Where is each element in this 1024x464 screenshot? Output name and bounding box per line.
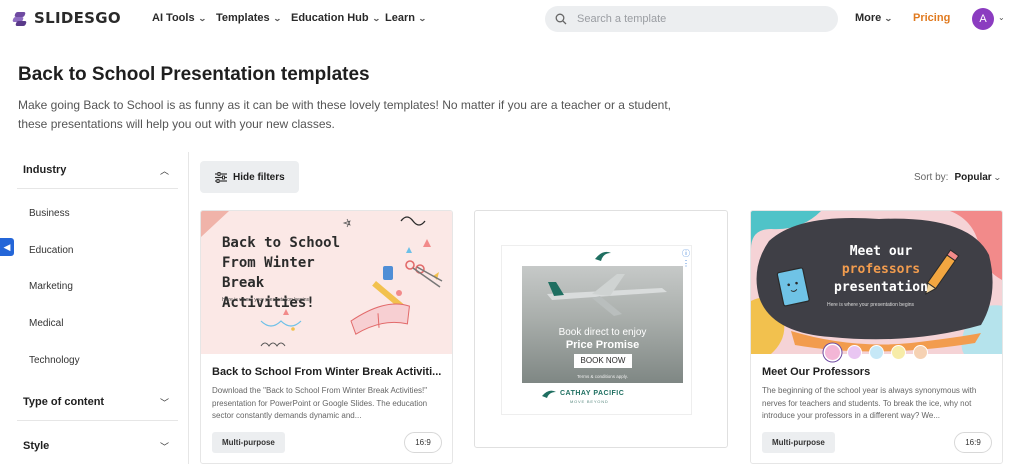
nav-label: Education Hub [291,12,369,24]
filter-style-header[interactable]: Style [23,440,49,452]
color-swatch[interactable] [825,345,840,360]
chevron-down-icon[interactable]: ﹀ [160,440,169,453]
logo-icon [12,10,28,26]
hide-filters-label: Hide filters [233,171,285,183]
chevron-down-icon[interactable]: ﹀ [160,396,169,409]
chevron-down-icon: ⌄ [417,13,427,23]
chevron-down-icon: ⌄ [884,13,893,23]
airplane-icon [547,274,667,316]
sort-control[interactable]: Sort by: Popular ⌄ [914,172,1002,183]
color-swatch[interactable] [869,345,884,360]
thumbnail-subtitle: Here is where your presentation begins [827,302,914,308]
cathay-brush-icon [542,390,556,398]
book-now-button[interactable]: BOOK NOW [574,354,632,368]
sort-label: Sort by: [914,172,949,183]
thumbnail-title-line: Meet our [849,244,913,259]
template-thumbnail[interactable]: Meet our professors presentation Here is… [751,211,1002,354]
ad-tagline: MOVE BEYOND [570,399,609,404]
nav-ai-tools[interactable]: AI Tools ⌄ [152,12,207,24]
color-swatch[interactable] [913,345,928,360]
chevron-down-icon: ⌄ [371,13,381,23]
color-swatch[interactable] [847,345,862,360]
ad-banner[interactable]: ⓘ ⋮ Book direct to enjoy Price Promise B… [501,245,692,415]
nav-label: More [855,12,882,24]
filter-option-technology[interactable]: Technology [29,355,80,366]
ad-brand: CATHAY PACIFIC [560,390,625,397]
divider [17,420,178,421]
nav-learn[interactable]: Learn ⌄ [385,12,427,24]
advertisement[interactable]: ⓘ ⋮ Book direct to enjoy Price Promise B… [474,210,728,448]
filter-option-medical[interactable]: Medical [29,318,63,329]
logo-text: SLIDESGO [34,9,121,27]
card-description: The beginning of the school year is alwa… [762,386,977,420]
filter-option-marketing[interactable]: Marketing [29,281,73,292]
filters-sidebar: Industry ︿ Business Education Marketing … [0,152,190,464]
card-title[interactable]: Back to School From Winter Break Activit… [212,366,442,378]
sort-value: Popular [954,172,992,183]
chevron-up-icon[interactable]: ︿ [160,164,169,177]
chevron-down-icon[interactable]: ⌄ [998,13,1005,22]
card-description: Download the "Back to School From Winter… [212,386,428,420]
chevron-down-icon: ⌄ [197,13,207,23]
filter-type-of-content-header[interactable]: Type of content [23,396,104,408]
search-input[interactable] [577,13,817,25]
filter-industry-header[interactable]: Industry [23,164,66,176]
search-bar[interactable] [545,6,838,32]
chevron-down-icon: ⌄ [272,13,282,23]
chevron-down-icon: ⌄ [992,173,1002,182]
sliders-icon [215,171,227,183]
thumbnail-title-line: presentation [834,280,928,295]
aspect-ratio-badge: 16:9 [954,432,992,453]
template-card[interactable]: Back to School From Winter Break Activit… [200,210,453,464]
search-icon [555,13,567,25]
page-description: Make going Back to School is as funny as… [18,98,672,131]
nav-templates[interactable]: Templates ⌄ [216,12,282,24]
filter-option-education[interactable]: Education [29,245,73,256]
ad-terms: Terms & conditions apply. [577,374,628,379]
thumbnail-subtitle: Here is where your presentation begins [222,297,309,303]
top-header: SLIDESGO AI Tools ⌄ Templates ⌄ Education … [0,0,1024,38]
cathay-logo-icon [595,251,611,261]
megaphone-icon[interactable]: ◀ [0,238,14,256]
nav-label: AI Tools [152,12,195,24]
color-swatches [825,345,928,360]
page-title: Back to School Presentation templates [18,64,370,85]
avatar[interactable]: A [972,8,994,30]
nav-education-hub[interactable]: Education Hub ⌄ [291,12,381,24]
color-swatch[interactable] [891,345,906,360]
nav-label: Templates [216,12,270,24]
divider [17,188,178,189]
filter-option-business[interactable]: Business [29,208,70,219]
nav-label: Learn [385,12,415,24]
template-card[interactable]: Meet our professors presentation Here is… [750,210,1003,464]
card-title[interactable]: Meet Our Professors [762,366,992,378]
sidebar-divider [188,152,189,464]
ad-subheadline: Price Promise [565,339,640,351]
thumbnail-title-line: professors [841,262,921,277]
slidesgo-logo[interactable]: SLIDESGO [12,9,121,27]
category-tag[interactable]: Multi-purpose [762,432,835,453]
template-thumbnail[interactable]: Back to School From Winter Break Activit… [201,211,452,354]
ad-info-icon[interactable]: ⓘ ⋮ [682,248,691,268]
thumbnail-title: Meet our professors presentation [801,243,961,297]
aspect-ratio-badge: 16:9 [404,432,442,453]
nav-more[interactable]: More ⌄ [855,12,893,24]
pricing-link[interactable]: Pricing [913,12,950,24]
hide-filters-button[interactable]: Hide filters [200,161,299,193]
category-tag[interactable]: Multi-purpose [212,432,285,453]
ad-photo: Book direct to enjoy Price Promise BOOK … [522,266,683,383]
ad-headline: Book direct to enjoy [558,327,647,338]
